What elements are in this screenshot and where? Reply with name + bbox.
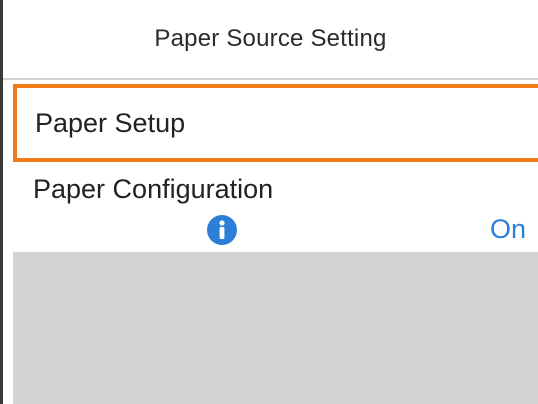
empty-list-area	[13, 252, 538, 404]
info-icon-graphic	[207, 215, 237, 245]
setting-value: On	[489, 214, 526, 244]
menu-item-label: Paper Setup	[35, 107, 186, 138]
page-title: Paper Source Setting	[154, 25, 387, 52]
menu-item-paper-setup[interactable]: Paper Setup	[13, 84, 538, 162]
info-icon[interactable]	[206, 214, 238, 246]
title-bar: Paper Source Setting	[3, 0, 538, 80]
menu-item-label: Paper Configuration	[33, 174, 274, 204]
menu-item-paper-configuration[interactable]: Paper Configuration On	[3, 162, 538, 252]
printer-panel-screen: Paper Source Setting Paper Setup Paper C…	[0, 0, 538, 404]
